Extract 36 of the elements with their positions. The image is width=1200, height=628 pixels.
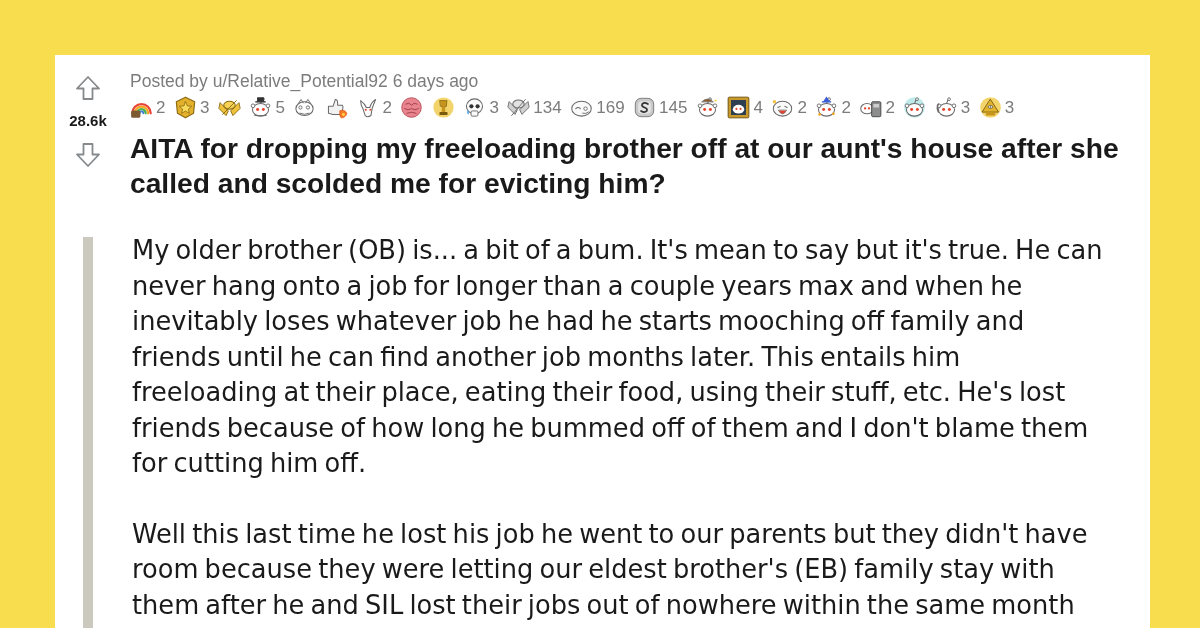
- award-count: 134: [533, 96, 562, 118]
- vote-score: 28.6k: [69, 112, 107, 130]
- up-arrow-icon: [75, 75, 101, 101]
- byline-prefix: Posted by: [130, 71, 208, 91]
- award-count: 145: [659, 96, 688, 118]
- award-count: 3: [1004, 96, 1015, 118]
- trophy-icon: [431, 95, 455, 119]
- award-count: 169: [596, 96, 625, 118]
- upvote-button[interactable]: [75, 75, 101, 101]
- s-coin-icon: [633, 95, 657, 119]
- pyramid-eye-icon: [978, 95, 1002, 119]
- body-paragraph: My older brother (OB) is... a bit of a bum. It's mean to say but it's true. He can never hang onto a job for longer than a couple years max and when he inevitably loses whatever job he had he starts mooching off family and friends until he can find another job months later. This entails him freeloading at their place, eating their food, using their stuff, etc. He's lost friends because of how long he bummed off of them and I don't blame them for cutting him off.: [132, 234, 1104, 480]
- mascot-cap-icon: [695, 95, 719, 119]
- downvote-button[interactable]: [75, 142, 101, 168]
- author-link[interactable]: u/Relative_Potential92: [212, 71, 388, 91]
- award-count: 2: [797, 96, 807, 118]
- award-count: 2: [156, 96, 166, 118]
- award-count: 3: [199, 96, 210, 118]
- brain-icon: [400, 95, 424, 119]
- framed-mascot-icon: [727, 95, 751, 119]
- down-arrow-icon: [75, 142, 101, 168]
- star-badge-icon: [173, 95, 197, 119]
- award-count: 3: [489, 96, 499, 118]
- award-count: 4: [753, 96, 763, 118]
- award-count: 2: [382, 96, 392, 118]
- mascot-top-hat-icon: [249, 95, 273, 119]
- mascot-icon: [934, 95, 958, 119]
- award-count: 2: [885, 96, 895, 118]
- post-age-link[interactable]: 6 days ago: [392, 71, 479, 91]
- body-paragraph: Well this last time he lost his job he went to our parents but they didn't have room because they were letting our eldest brother's (EB) family stay with them after he and SIL lost their jobs out of nowhere within the same month: [132, 517, 1089, 622]
- mascot-halo-icon: [903, 95, 927, 119]
- mascot-wizard-hat-icon: [815, 95, 839, 119]
- award-count: 2: [841, 96, 851, 118]
- post-title[interactable]: AITA for dropping my freeloading brother off at our aunt's house after she called and scolded me for evicting him?: [130, 131, 1140, 201]
- award-count: 3: [960, 96, 971, 118]
- award-count: 5: [275, 96, 285, 118]
